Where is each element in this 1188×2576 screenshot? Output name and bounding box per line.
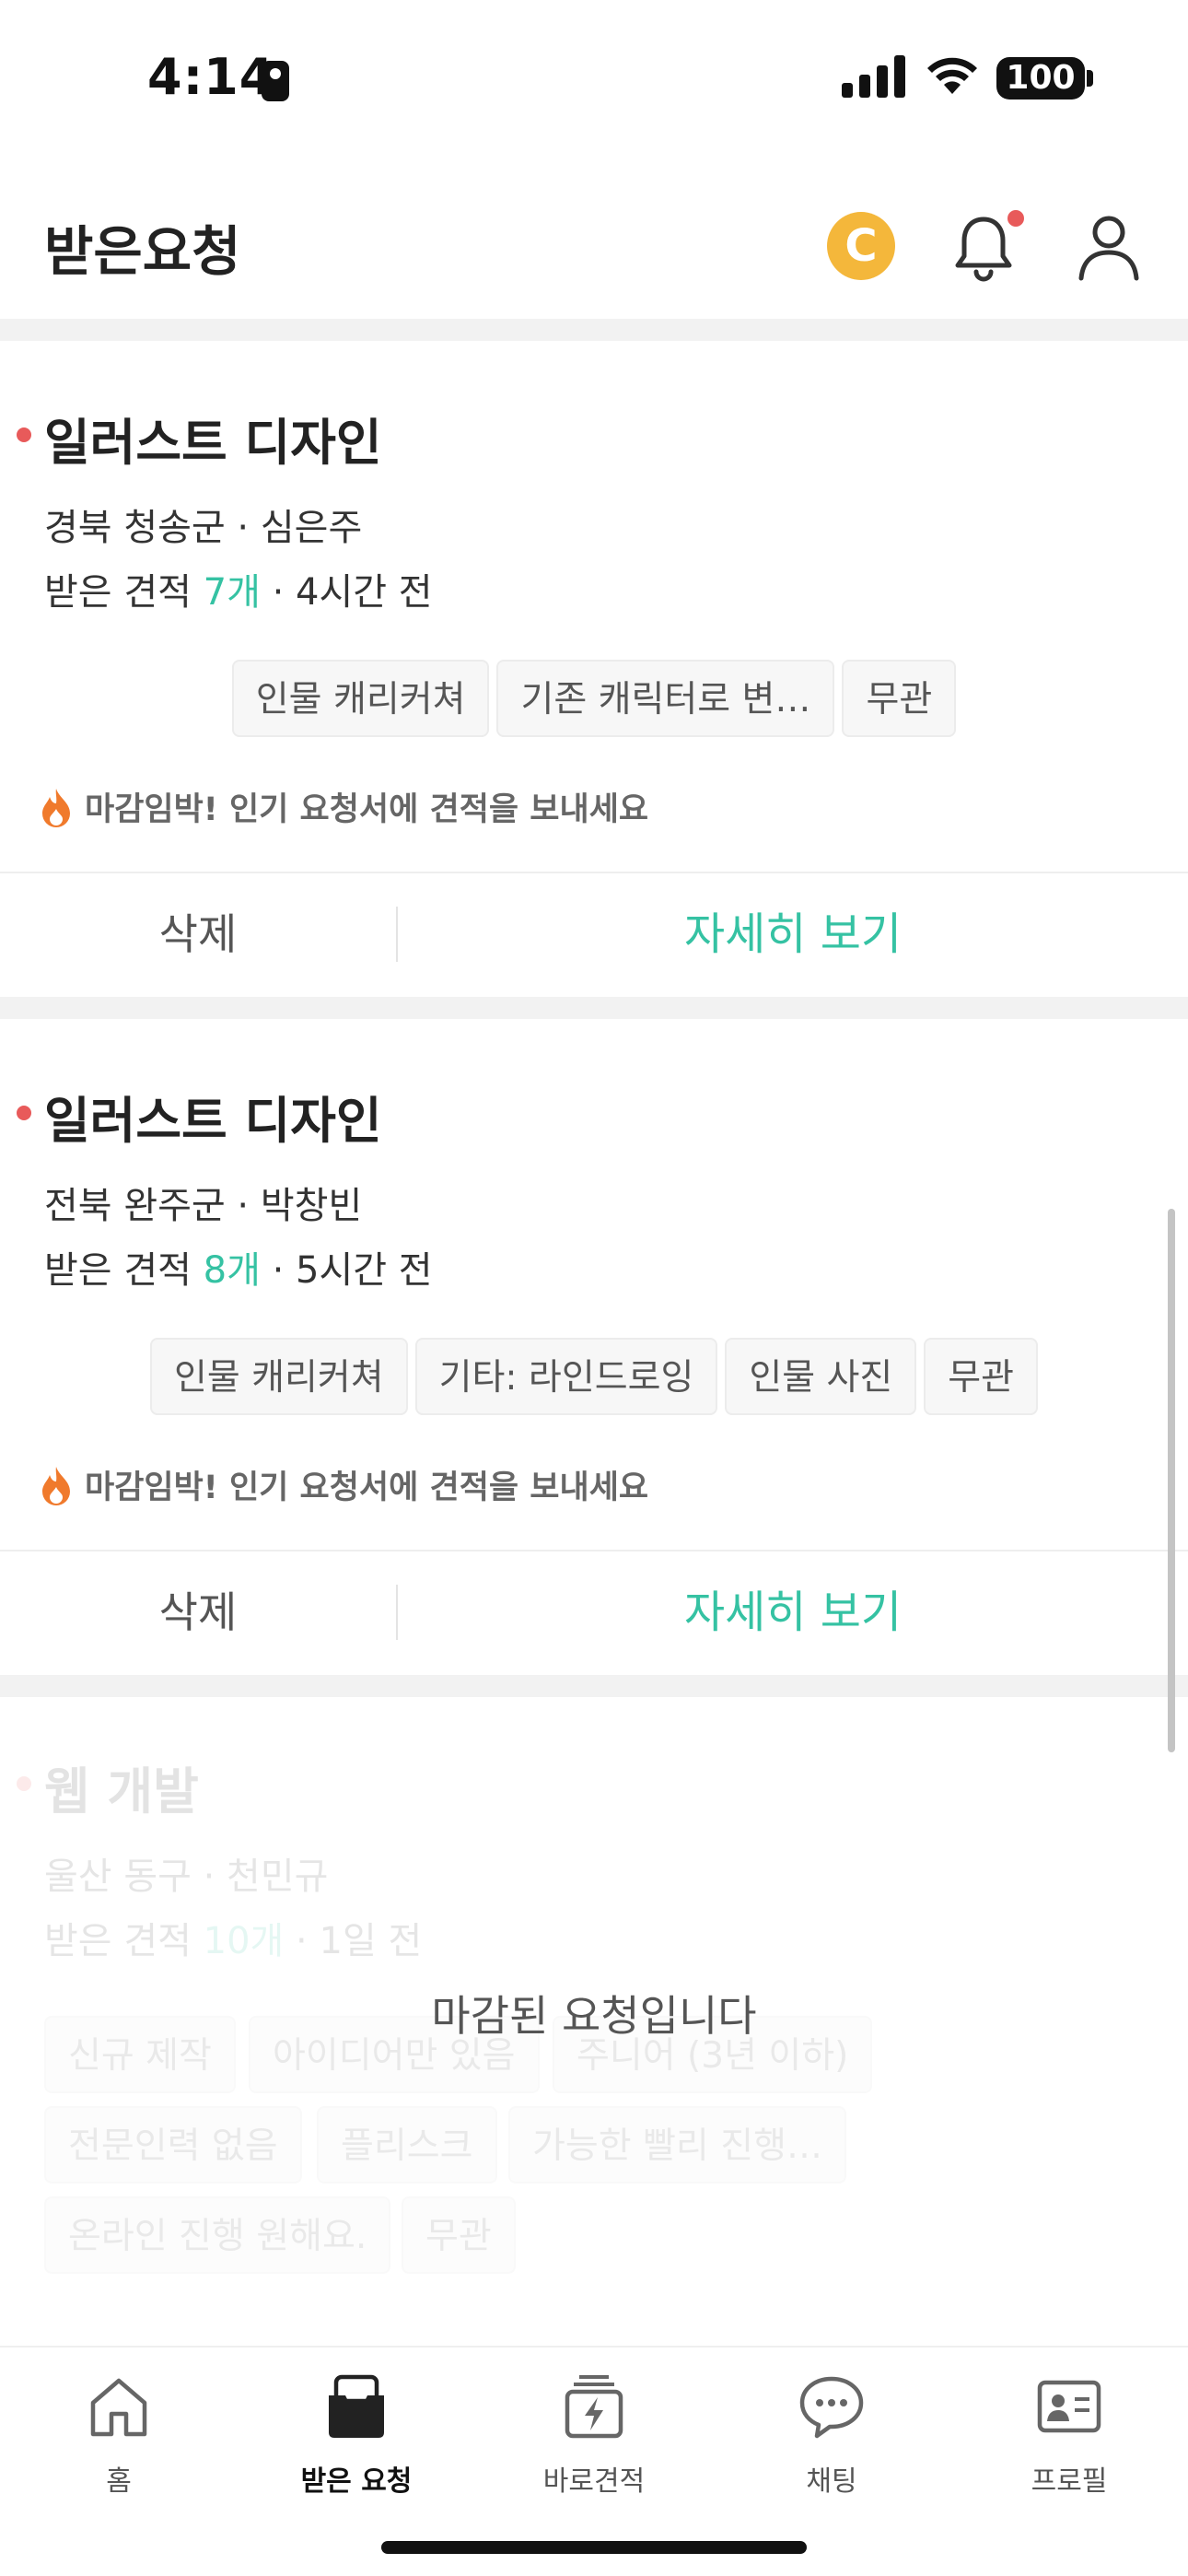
- new-indicator-dot: [17, 1776, 31, 1791]
- view-details-button[interactable]: 자세히 보기: [398, 873, 1188, 995]
- quote-prefix: 받은 견적: [44, 1920, 204, 1962]
- delete-button[interactable]: 삭제: [0, 1551, 396, 1673]
- portrait-lock-icon: [262, 61, 289, 101]
- tag: 기존 캐릭터로 변…: [496, 660, 835, 737]
- urgent-notice: 마감임박! 인기 요청서에 견적을 보내세요: [41, 1461, 648, 1508]
- wifi-icon: [927, 57, 977, 94]
- notification-bell-icon[interactable]: [950, 210, 1017, 282]
- home-indicator: [381, 2541, 807, 2554]
- notification-badge: [1007, 210, 1024, 227]
- tag: 인물 사진: [725, 1338, 917, 1415]
- quote-count: 10개: [203, 1920, 285, 1962]
- inbox-icon: [329, 2374, 384, 2438]
- tag: 인물 캐리커쳐: [149, 1338, 408, 1415]
- section-separator: [0, 997, 1188, 1019]
- request-location: 경북 청송군 · 심은주: [44, 507, 363, 549]
- quote-count: 7개: [203, 571, 261, 614]
- tab-label: 프로필: [1031, 2465, 1108, 2498]
- fire-icon: [42, 1466, 70, 1505]
- coin-button[interactable]: C: [827, 212, 895, 280]
- quote-prefix: 받은 견적: [44, 571, 204, 614]
- cellular-signal-icon: [842, 55, 905, 98]
- request-title: 웹 개발: [44, 1762, 199, 1821]
- new-indicator-dot: [17, 427, 31, 442]
- view-details-button[interactable]: 자세히 보기: [398, 1551, 1188, 1673]
- tag: 기타: 라인드로잉: [414, 1338, 718, 1415]
- request-location: 전북 완주군 · 박창빈: [44, 1185, 363, 1227]
- user-icon[interactable]: [1076, 212, 1142, 282]
- page-title: 받은요청: [44, 220, 241, 283]
- tab-label: 바로견적: [542, 2465, 646, 2498]
- coin-label: C: [844, 220, 878, 272]
- scrollbar[interactable]: [1168, 1209, 1175, 1752]
- tag: 인물 캐리커쳐: [231, 660, 490, 737]
- tag-list: 인물 캐리커쳐 기존 캐릭터로 변… 무관: [0, 660, 1188, 737]
- tag: 무관: [924, 1338, 1039, 1415]
- quote-time: · 5시간 전: [260, 1249, 433, 1292]
- urgent-text: 마감임박! 인기 요청서에 견적을 보내세요: [85, 1469, 649, 1506]
- chat-icon: [799, 2376, 864, 2439]
- quote-info: 받은 견적 8개 · 5시간 전: [44, 1240, 433, 1294]
- tab-label: 채팅: [806, 2465, 857, 2498]
- quote-info: 받은 견적 10개 · 1일 전: [44, 1911, 422, 1964]
- urgent-text: 마감임박! 인기 요청서에 견적을 보내세요: [85, 791, 649, 828]
- tag: 플리스크: [317, 2106, 497, 2184]
- section-separator: [0, 1675, 1188, 1697]
- tag: 무관: [842, 660, 957, 737]
- status-bar: 4:14 100: [0, 0, 1188, 157]
- tag: 전문인력 없음: [44, 2106, 302, 2184]
- tab-chat[interactable]: 채팅: [713, 2371, 950, 2499]
- battery-tip: [1087, 70, 1093, 87]
- quote-prefix: 받은 견적: [44, 1249, 204, 1292]
- quote-info: 받은 견적 7개 · 4시간 전: [44, 562, 433, 615]
- fire-icon: [42, 788, 70, 827]
- quote-count: 8개: [203, 1249, 261, 1292]
- urgent-notice: 마감임박! 인기 요청서에 견적을 보내세요: [41, 783, 648, 830]
- tag: 가능한 빨리 진행…: [508, 2106, 846, 2184]
- new-indicator-dot: [17, 1106, 31, 1120]
- quick-quote-icon: [565, 2375, 623, 2439]
- section-separator: [0, 319, 1188, 341]
- closed-request-card: 웹 개발 울산 동구 · 천민규 받은 견적 10개 · 1일 전 신규 제작 …: [0, 1697, 1188, 2342]
- profile-card-icon: [1037, 2380, 1101, 2433]
- tag: 온라인 진행 원해요.: [44, 2196, 391, 2274]
- tag: 무관: [402, 2196, 516, 2274]
- quote-time: · 1일 전: [284, 1920, 423, 1962]
- request-card[interactable]: 일러스트 디자인 전북 완주군 · 박창빈 받은 견적 8개 · 5시간 전 인…: [0, 1019, 1188, 1677]
- card-actions: 삭제 자세히 보기: [0, 873, 1188, 995]
- delete-button[interactable]: 삭제: [0, 873, 396, 995]
- home-icon: [90, 2378, 147, 2437]
- request-title: 일러스트 디자인: [44, 414, 382, 472]
- tag-list: 인물 캐리커쳐 기타: 라인드로잉 인물 사진 무관: [0, 1338, 1188, 1415]
- card-actions: 삭제 자세히 보기: [0, 1551, 1188, 1673]
- quote-time: · 4시간 전: [260, 571, 433, 614]
- tab-received-requests[interactable]: 받은 요청: [238, 2371, 475, 2499]
- tab-home[interactable]: 홈: [0, 2371, 238, 2499]
- tab-label: 홈: [106, 2465, 132, 2498]
- request-card[interactable]: 일러스트 디자인 경북 청송군 · 심은주 받은 견적 7개 · 4시간 전 인…: [0, 341, 1188, 999]
- tab-profile[interactable]: 프로필: [950, 2371, 1188, 2499]
- request-title: 일러스트 디자인: [44, 1092, 382, 1150]
- closed-message: 마감된 요청입니다: [431, 1991, 757, 2041]
- request-location: 울산 동구 · 천민규: [44, 1856, 329, 1898]
- status-time: 4:14: [147, 48, 275, 106]
- app-header: 받은요청 C: [0, 157, 1188, 319]
- battery-indicator: 100: [996, 57, 1085, 100]
- tab-label: 받은 요청: [300, 2465, 413, 2498]
- tab-quick-quote[interactable]: 바로견적: [475, 2371, 713, 2499]
